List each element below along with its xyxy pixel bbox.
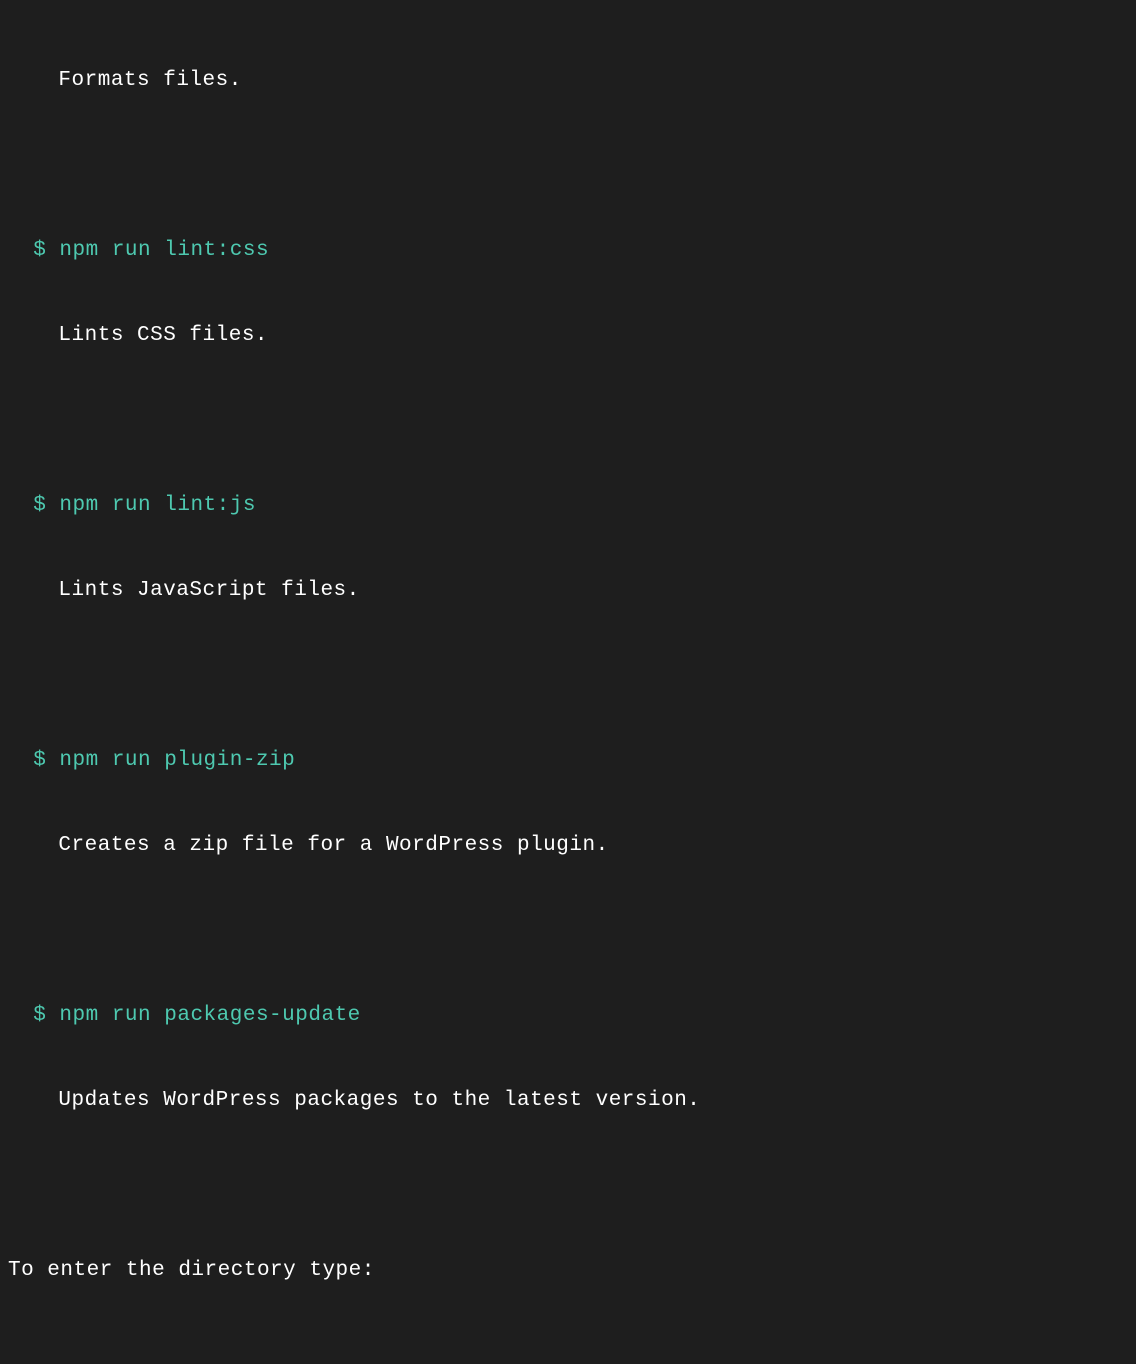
command-text: npm run packages-update	[59, 1004, 360, 1027]
dollar-prompt: $	[33, 494, 46, 517]
terminal-output: Formats files. $ npm run lint:css Lints …	[8, 10, 1128, 1364]
command-text: npm run plugin-zip	[59, 749, 295, 772]
cmd-description: Lints CSS files.	[58, 324, 268, 347]
cmd-description: Updates WordPress packages to the latest…	[58, 1089, 700, 1112]
cmd-description: Lints JavaScript files.	[58, 579, 359, 602]
cmd-description: Formats files.	[58, 69, 241, 92]
command-text: npm run lint:js	[59, 494, 256, 517]
dollar-prompt: $	[33, 749, 46, 772]
dollar-prompt: $	[33, 1004, 46, 1027]
dollar-prompt: $	[33, 239, 46, 262]
instruction-text: To enter the directory type:	[8, 1259, 375, 1282]
cmd-description: Creates a zip file for a WordPress plugi…	[58, 834, 608, 857]
command-text: npm run lint:css	[59, 239, 269, 262]
